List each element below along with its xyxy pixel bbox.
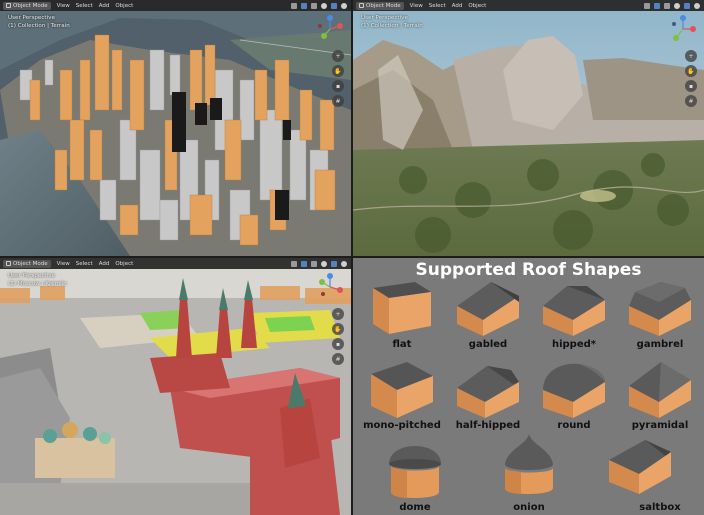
shading-solid-icon[interactable]: [331, 260, 337, 267]
shading-material-icon[interactable]: [694, 2, 700, 9]
menu-add[interactable]: Add: [452, 3, 463, 9]
flat-roof-icon: [373, 282, 431, 334]
overlay-icon[interactable]: [321, 260, 327, 267]
menu-select[interactable]: Select: [76, 3, 93, 9]
menu-select[interactable]: Select: [76, 261, 93, 267]
pyramidal-roof-icon: [629, 362, 691, 418]
object-mode-dropdown[interactable]: Object Mode: [356, 1, 404, 10]
roof-label-gabled: gabled: [468, 339, 508, 350]
overlay-icon[interactable]: [674, 2, 680, 9]
viewport-header: Object Mode View Select Add Object: [0, 258, 351, 269]
grid-icon[interactable]: #: [332, 95, 344, 107]
roof-label-saltbox: saltbox: [639, 502, 681, 513]
navigation-gizmo[interactable]: [668, 14, 698, 44]
dome-roof-icon: [389, 446, 441, 498]
roof-label-pyramidal: pyramidal: [631, 420, 689, 431]
roof-label-round: round: [557, 420, 591, 431]
navigation-buttons: + ✋ ▪ #: [332, 308, 345, 365]
roof-label-onion: onion: [513, 502, 545, 513]
navigation-gizmo[interactable]: [315, 14, 345, 44]
viewport-header: Object Mode View Select Add Object: [0, 0, 351, 11]
hipped-roof-icon: [543, 286, 605, 336]
zoom-icon[interactable]: +: [332, 308, 344, 320]
proportional-edit-icon[interactable]: [311, 2, 317, 9]
object-mode-icon: [6, 3, 11, 8]
menu-view[interactable]: View: [57, 3, 70, 9]
roof-label-dome: dome: [399, 502, 431, 513]
viewport-nyc[interactable]: Object Mode View Select Add Object User …: [0, 0, 351, 256]
pan-hand-icon[interactable]: ✋: [685, 65, 697, 77]
shading-material-icon[interactable]: [341, 260, 347, 267]
zoom-icon[interactable]: +: [685, 50, 697, 62]
roof-shapes-panel: Supported Roof Shapes flat gabled hipped…: [353, 258, 704, 515]
menu-view[interactable]: View: [57, 261, 70, 267]
object-mode-dropdown[interactable]: Object Mode: [3, 1, 51, 10]
nyc-3d-scene[interactable]: [0, 0, 351, 256]
snap-icon[interactable]: [301, 2, 307, 9]
transform-orientation-icon[interactable]: [644, 2, 650, 9]
navigation-buttons: + ✋ ▪ #: [332, 50, 345, 107]
gabled-roof-icon: [457, 282, 519, 336]
shading-solid-icon[interactable]: [684, 2, 690, 9]
menu-view[interactable]: View: [410, 3, 423, 9]
mono-pitched-roof-icon: [371, 362, 433, 418]
overlay-icon[interactable]: [321, 2, 327, 9]
shading-solid-icon[interactable]: [331, 2, 337, 9]
camera-icon[interactable]: ▪: [332, 80, 344, 92]
grid-icon[interactable]: #: [332, 353, 344, 365]
viewport-info: User Perspective (1) Collection | Terrai…: [361, 15, 423, 29]
gambrel-roof-icon: [629, 282, 691, 336]
viewport-yosemite[interactable]: Object Mode View Select Add Object User …: [353, 0, 704, 256]
proportional-edit-icon[interactable]: [311, 260, 317, 267]
zoom-icon[interactable]: +: [332, 50, 344, 62]
navigation-gizmo[interactable]: [315, 272, 345, 302]
transform-orientation-icon[interactable]: [291, 2, 297, 9]
roof-label-flat: flat: [392, 339, 412, 350]
pan-hand-icon[interactable]: ✋: [332, 323, 344, 335]
roof-label-mono-pitched: mono-pitched: [363, 420, 441, 431]
shading-material-icon[interactable]: [341, 2, 347, 9]
half-hipped-roof-icon: [457, 366, 519, 418]
proportional-edit-icon[interactable]: [664, 2, 670, 9]
menu-select[interactable]: Select: [429, 3, 446, 9]
menu-add[interactable]: Add: [99, 261, 110, 267]
object-mode-icon: [6, 261, 11, 266]
menu-add[interactable]: Add: [99, 3, 110, 9]
viewport-info: User Perspective (1) Moscow | Kremlin: [8, 273, 67, 287]
object-mode-icon: [359, 3, 364, 8]
onion-roof-icon: [505, 434, 553, 494]
menu-object[interactable]: Object: [468, 3, 486, 9]
saltbox-roof-icon: [609, 440, 671, 494]
object-mode-dropdown[interactable]: Object Mode: [3, 259, 51, 268]
roof-label-half-hipped: half-hipped: [455, 420, 521, 431]
navigation-buttons: + ✋ ▪ #: [685, 50, 698, 107]
menu-object[interactable]: Object: [115, 3, 133, 9]
yosemite-3d-scene[interactable]: [353, 0, 704, 256]
roof-shapes-title: Supported Roof Shapes: [415, 260, 642, 280]
roof-label-hipped: hipped*: [551, 339, 597, 350]
viewport-header: Object Mode View Select Add Object: [353, 0, 704, 11]
pan-hand-icon[interactable]: ✋: [332, 65, 344, 77]
viewport-moscow[interactable]: Object Mode View Select Add Object User …: [0, 258, 351, 515]
snap-icon[interactable]: [654, 2, 660, 9]
camera-icon[interactable]: ▪: [332, 338, 344, 350]
roof-label-gambrel: gambrel: [636, 339, 684, 350]
grid-icon[interactable]: #: [685, 95, 697, 107]
round-roof-icon: [543, 363, 605, 418]
snap-icon[interactable]: [301, 260, 307, 267]
menu-object[interactable]: Object: [115, 261, 133, 267]
viewport-info: User Perspective (1) Collection | Terrai…: [8, 15, 70, 29]
camera-icon[interactable]: ▪: [685, 80, 697, 92]
transform-orientation-icon[interactable]: [291, 260, 297, 267]
moscow-3d-scene[interactable]: [0, 258, 351, 515]
